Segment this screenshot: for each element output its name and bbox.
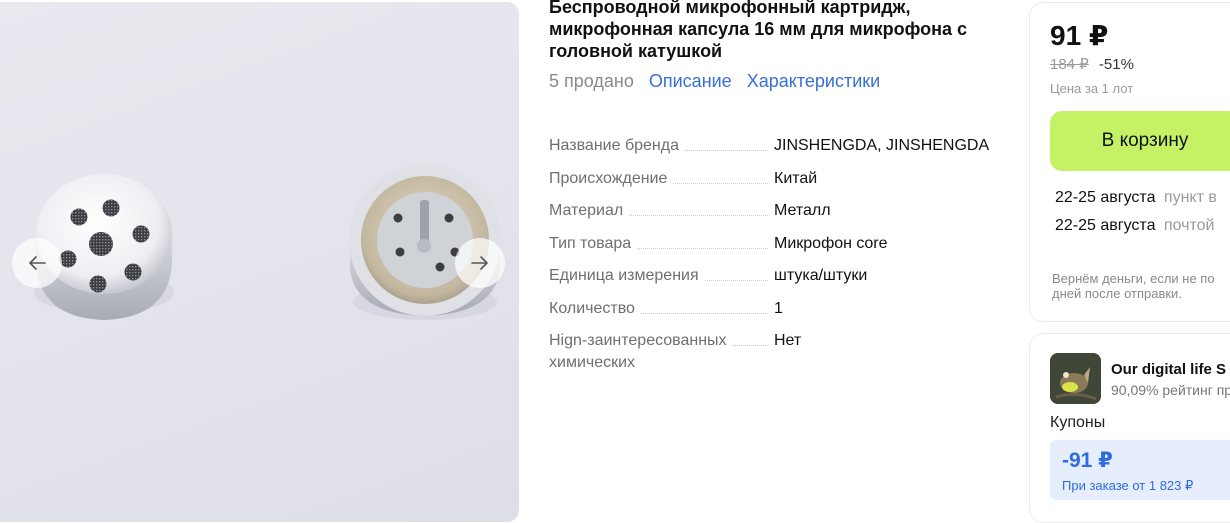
spec-leader [640,312,768,314]
coupon-card[interactable]: -91 ₽ При заказе от 1 823 ₽ [1050,440,1230,500]
spec-name: Количество [549,299,635,317]
spec-row: Материал Металл [549,200,999,233]
delivery-option[interactable]: 22-25 августа почтой [1055,217,1214,235]
spec-name: Материал [549,202,624,219]
refund-line: дней после отправки. [1052,286,1182,301]
spec-row: Название бренда JINSHENGDA, JINSHENGDA [549,135,999,168]
spec-name: Hign-заинтересованных [549,332,727,349]
seller-card: Our digital life S 90,09% рейтинг пр Куп… [1029,333,1230,523]
mesh-hole [124,263,142,281]
coupon-value: -91 ₽ [1062,449,1113,472]
spec-row: Тип товара Микрофон core [549,233,999,266]
coupons-label: Купоны [1050,414,1106,431]
delivery-date: 22-25 августа [1055,189,1156,206]
price-per-lot: Цена за 1 лот [1050,81,1134,96]
spec-leader [684,150,768,151]
spec-value: 1 [774,299,783,317]
seller-avatar[interactable] [1050,353,1101,404]
plate-hole [395,247,405,257]
arrow-right-icon [471,256,488,270]
buy-card: 91 ₽ 184 ₽ -51% Цена за 1 лот В корзину … [1029,2,1230,322]
spec-value: JINSHENGDA, JINSHENGDA [774,137,990,154]
spec-value: Металл [774,202,831,219]
plate-hole [444,213,454,223]
delivery-date: 22-25 августа [1055,217,1156,234]
spec-leader [637,247,768,249]
spec-name-continued: химических [549,354,636,371]
spec-row: Единица измерения штука/штуки [549,265,999,298]
gallery-prev-button[interactable] [12,238,62,288]
spec-name: Единица измерения [549,267,699,284]
seller-name[interactable]: Our digital life S [1111,361,1226,378]
refund-line: Вернём деньги, если не по [1052,271,1215,286]
spec-row: Количество 1 [549,298,999,331]
tab-description[interactable]: Описание [649,71,732,91]
product-photo [34,164,501,320]
spec-row: Hign-заинтересованных химических Нет [549,330,999,376]
center-pin-base [417,239,431,253]
delivery-option[interactable]: 22-25 августа пункт в [1055,189,1217,207]
tab-characteristics[interactable]: Характеристики [747,71,880,91]
coupon-condition: При заказе от 1 823 ₽ [1062,478,1194,493]
mesh-hole [132,225,150,243]
gallery-next-button[interactable] [455,238,505,288]
mesh-hole [89,275,107,293]
spec-value: Китай [774,169,818,187]
spec-name: Происхождение [549,169,668,187]
spec-row: Происхождение Китай [549,168,999,201]
spec-leader [704,280,768,281]
seller-logo [1050,353,1101,404]
arrow-left-icon [29,256,46,270]
spec-name: Тип товара [549,234,632,252]
plate-hole [435,262,445,272]
refund-note: Вернём деньги, если не по дней после отп… [1052,271,1230,301]
spec-leader [673,182,768,184]
plate-hole [393,213,403,223]
seller-rating: 90,09% рейтинг пр [1111,382,1230,398]
discount-badge: -51% [1098,56,1134,73]
product-page: Беспроводной микрофонный картридж, микро… [0,0,1230,523]
specs-table: Название бренда JINSHENGDA, JINSHENGDA П… [549,135,999,376]
spec-value: Нет [774,332,802,349]
spec-name: Название бренда [549,137,679,154]
spec-leader [732,345,768,346]
product-image-gallery[interactable] [0,2,519,522]
mesh-hole [89,232,113,256]
mesh-hole [102,199,120,217]
price: 91 ₽ [1050,20,1109,51]
product-title: Беспроводной микрофонный картридж, микро… [549,0,968,61]
spec-value: Микрофон core [774,234,888,252]
spec-leader [629,215,768,216]
add-to-cart-button[interactable]: В корзину [1050,111,1230,171]
spec-value: штука/штуки [774,267,868,284]
old-price-row: 184 ₽ -51% [1050,55,1134,73]
old-price: 184 ₽ [1050,56,1089,73]
delivery-method: почтой [1163,217,1215,234]
delivery-method: пункт в [1163,189,1217,206]
product-meta: 5 продано Описание Характеристики [549,70,880,92]
sold-count: 5 продано [549,71,634,91]
mesh-hole [70,208,88,226]
mesh-hole [59,250,77,268]
